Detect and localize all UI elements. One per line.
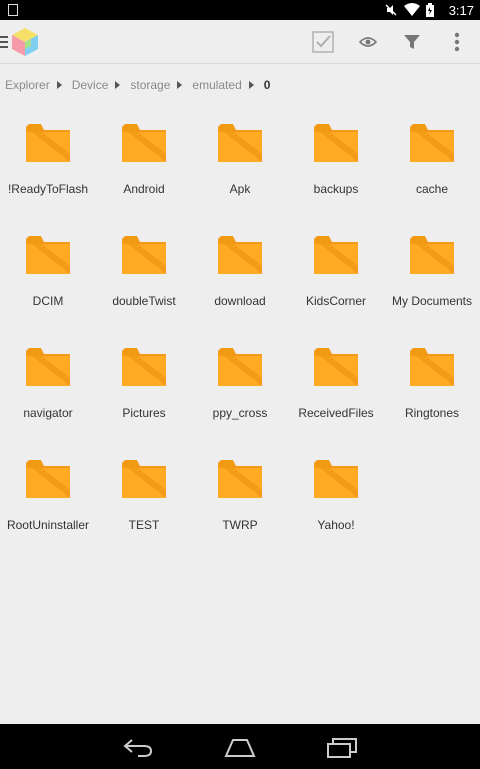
folder-icon (218, 460, 262, 498)
folder-item[interactable]: KidsCorner (288, 220, 384, 332)
folder-label: KidsCorner (305, 294, 367, 308)
folder-icon (122, 236, 166, 274)
folder-item[interactable]: Apk (192, 108, 288, 220)
home-icon[interactable] (224, 736, 256, 758)
breadcrumb-explorer[interactable]: Explorer (5, 78, 50, 92)
status-icons (384, 3, 434, 17)
folder-label: TWRP (222, 518, 258, 532)
breadcrumb-current[interactable]: 0 (264, 78, 271, 92)
chevron-right-icon (248, 81, 254, 89)
folder-icon (410, 124, 454, 162)
back-icon[interactable] (122, 736, 154, 758)
folder-icon (314, 460, 358, 498)
status-bar: 3:17 (0, 0, 480, 20)
folder-label: My Documents (391, 294, 473, 308)
folder-item[interactable]: backups (288, 108, 384, 220)
folder-item[interactable]: TWRP (192, 444, 288, 556)
folder-label: Android (123, 182, 165, 196)
folder-label: Ringtones (404, 406, 460, 420)
folder-label: cache (415, 182, 449, 196)
folder-item[interactable]: cache (384, 108, 480, 220)
select-checkbox-icon[interactable] (311, 30, 335, 54)
folder-icon (218, 348, 262, 386)
folder-label: !ReadyToFlash (7, 182, 89, 196)
folder-icon (314, 236, 358, 274)
folder-icon (410, 348, 454, 386)
eye-icon[interactable] (356, 30, 380, 54)
wifi-icon (404, 3, 420, 16)
folder-label: download (214, 294, 266, 308)
folder-icon (122, 460, 166, 498)
filter-icon[interactable] (400, 30, 424, 54)
chevron-right-icon (115, 81, 121, 89)
folder-icon (26, 236, 70, 274)
folder-icon (26, 348, 70, 386)
folder-icon (218, 124, 262, 162)
breadcrumb-emulated[interactable]: emulated (192, 78, 241, 92)
folder-item[interactable]: !ReadyToFlash (0, 108, 96, 220)
folder-item[interactable]: TEST (96, 444, 192, 556)
folder-item[interactable]: download (192, 220, 288, 332)
folder-icon (410, 236, 454, 274)
folder-item[interactable]: ppy_cross (192, 332, 288, 444)
folder-icon (26, 124, 70, 162)
folder-icon (122, 348, 166, 386)
folder-label: navigator (23, 406, 73, 420)
folder-item[interactable]: ReceivedFiles (288, 332, 384, 444)
folder-label: RootUninstaller (6, 518, 90, 532)
folder-label: ReceivedFiles (298, 406, 374, 420)
folder-icon (218, 236, 262, 274)
folder-icon (122, 124, 166, 162)
navigation-bar (0, 724, 480, 769)
chevron-right-icon (177, 81, 183, 89)
battery-icon (426, 3, 434, 17)
folder-item[interactable]: DCIM (0, 220, 96, 332)
folder-label: TEST (128, 518, 160, 532)
breadcrumb-storage[interactable]: storage (130, 78, 170, 92)
action-bar (0, 20, 480, 64)
folder-item[interactable]: Yahoo! (288, 444, 384, 556)
overflow-menu-icon[interactable] (445, 30, 469, 54)
folder-label: backups (313, 182, 359, 196)
folder-item[interactable]: Ringtones (384, 332, 480, 444)
drawer-icon[interactable] (0, 36, 8, 48)
folder-icon (26, 460, 70, 498)
folder-icon (314, 124, 358, 162)
folder-item[interactable]: doubleTwist (96, 220, 192, 332)
folder-item[interactable]: navigator (0, 332, 96, 444)
breadcrumb: Explorer Device storage emulated 0 (0, 72, 480, 98)
folder-item[interactable]: Pictures (96, 332, 192, 444)
folder-label: Pictures (122, 406, 166, 420)
folder-label: ppy_cross (212, 406, 268, 420)
folder-label: Yahoo! (317, 518, 355, 532)
folder-label: DCIM (32, 294, 64, 308)
mute-icon (385, 4, 397, 16)
folder-item[interactable]: Android (96, 108, 192, 220)
chevron-right-icon (56, 81, 62, 89)
folder-label: doubleTwist (112, 294, 176, 308)
folder-label: Apk (229, 182, 251, 196)
folder-item[interactable]: My Documents (384, 220, 480, 332)
folder-item[interactable]: RootUninstaller (0, 444, 96, 556)
app-logo-icon[interactable] (9, 26, 41, 58)
recent-apps-icon[interactable] (326, 736, 358, 758)
clock: 3:17 (448, 3, 474, 18)
notification-icon (8, 4, 18, 16)
folder-icon (314, 348, 358, 386)
breadcrumb-device[interactable]: Device (72, 78, 109, 92)
